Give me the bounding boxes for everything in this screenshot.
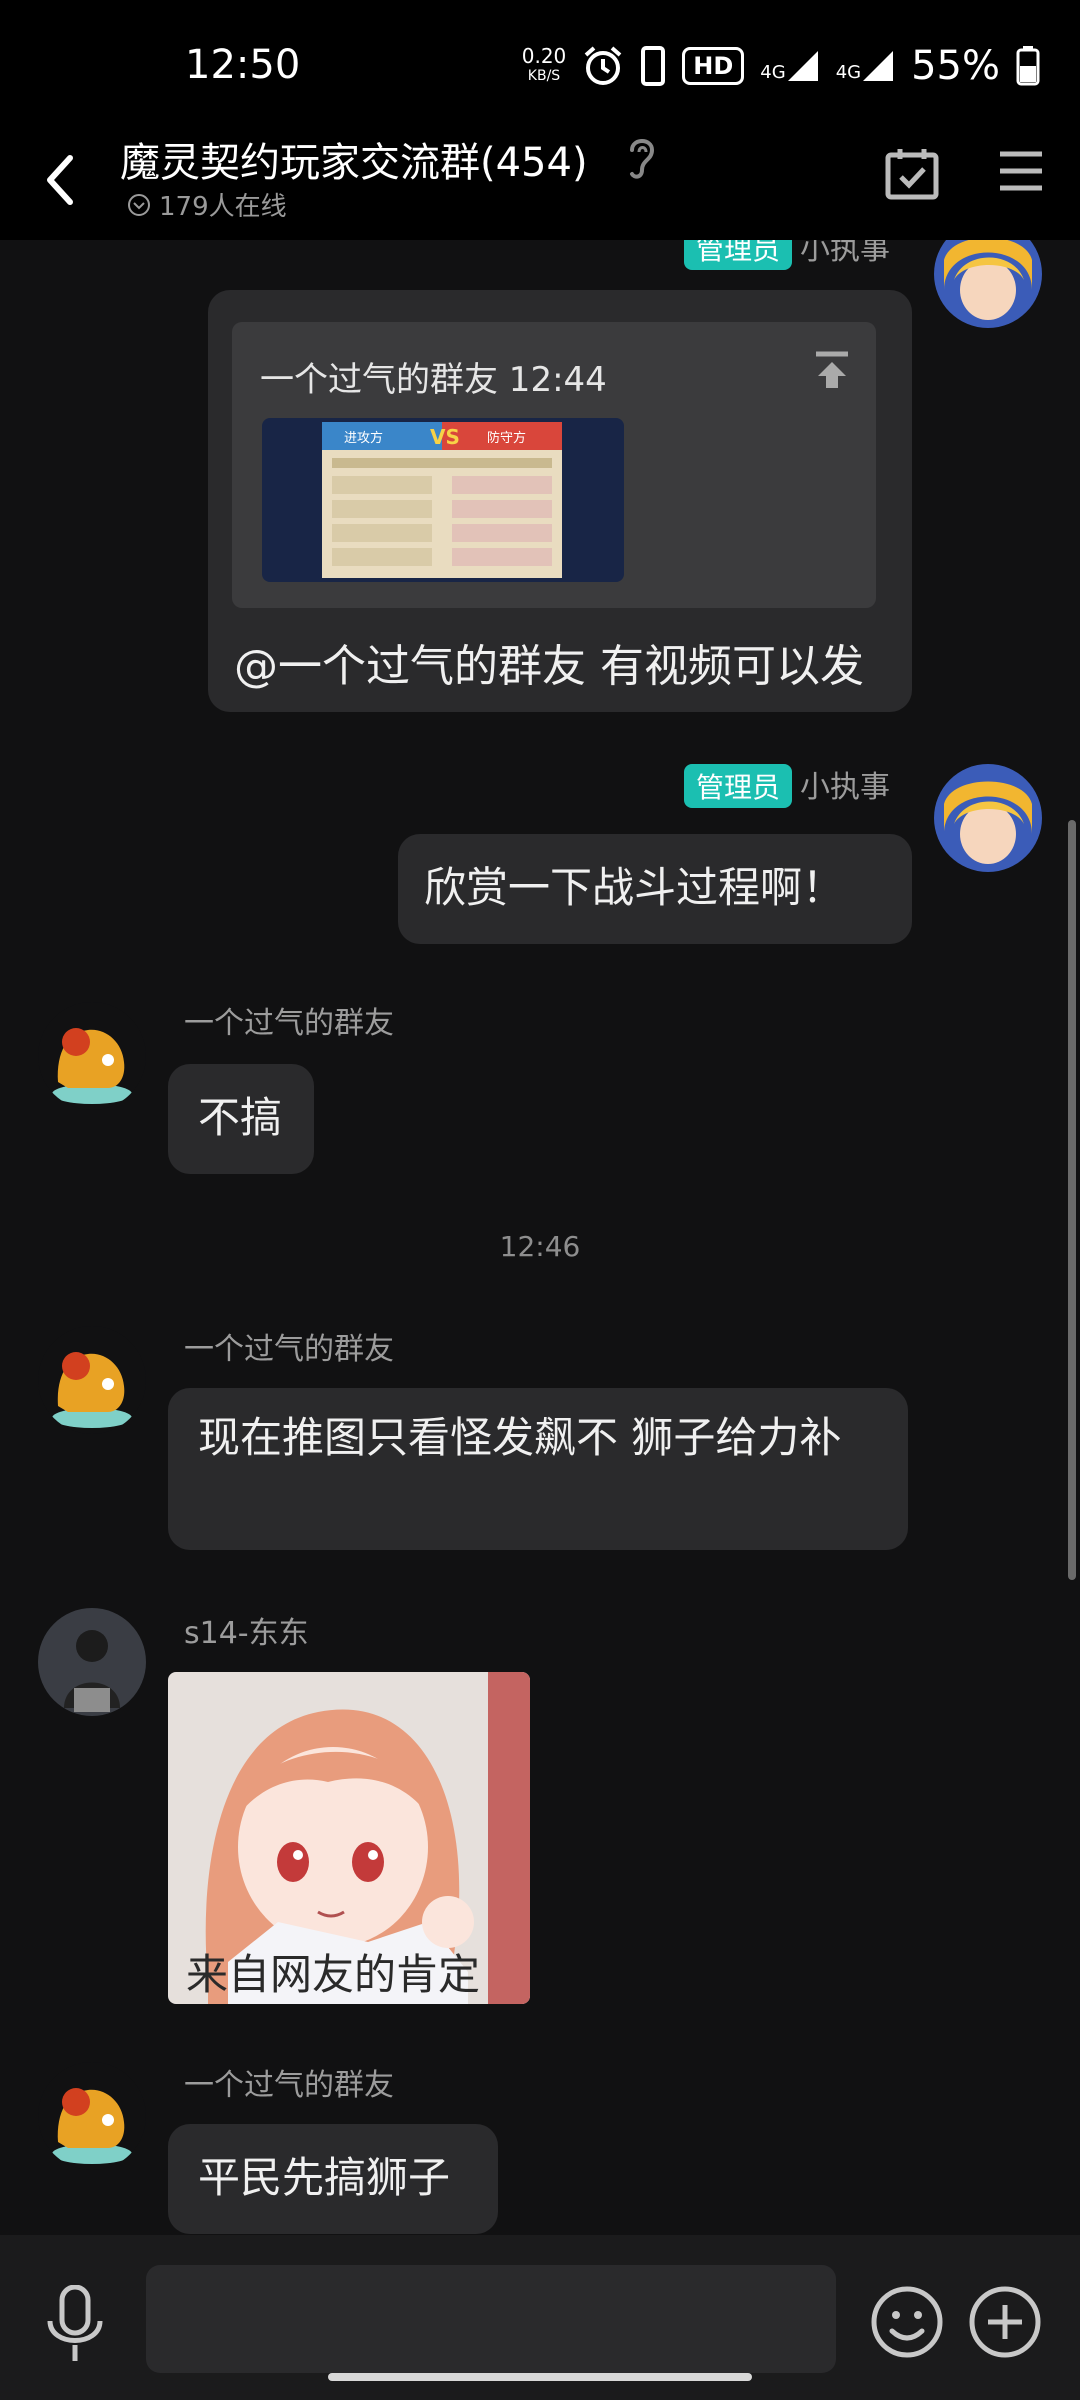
battery-percent: 55% xyxy=(911,43,1000,89)
quoted-message[interactable]: 一个过气的群友 12:44 进攻方 VS 防守方 xyxy=(232,322,876,608)
sender-name: s14-东东 xyxy=(184,1616,309,1651)
hd-badge: HD xyxy=(682,47,745,85)
chat-header: 魔灵契约玩家交流群(454) 179人在线 xyxy=(0,130,1080,240)
pin-top-icon[interactable] xyxy=(812,350,852,390)
home-indicator[interactable] xyxy=(328,2373,752,2381)
menu-icon[interactable] xyxy=(998,150,1044,192)
ear-icon[interactable] xyxy=(622,132,662,182)
sender-name: 管理员 小执事 xyxy=(683,240,890,270)
message-bubble[interactable]: 不搞 xyxy=(168,1064,314,1174)
group-title[interactable]: 魔灵契约玩家交流群(454) xyxy=(120,130,588,188)
emoji-icon[interactable] xyxy=(870,2285,944,2359)
avatar[interactable] xyxy=(38,1002,146,1110)
chat-timestamp: 12:46 xyxy=(499,1230,581,1263)
chevron-circle-icon xyxy=(128,193,150,216)
sender-name: 一个过气的群友 xyxy=(184,1006,394,1041)
back-arrow-icon[interactable] xyxy=(40,150,80,210)
online-count: 179人在线 xyxy=(127,186,287,223)
thumb-right-label: 防守方 xyxy=(487,430,526,446)
scrollbar[interactable] xyxy=(1068,820,1076,1580)
phone-icon xyxy=(641,46,666,86)
thumb-vs-label: VS xyxy=(430,425,460,449)
battery-icon xyxy=(1016,46,1040,86)
calendar-check-icon[interactable] xyxy=(884,145,940,201)
net-speed: 0.20 KB/S xyxy=(521,44,567,84)
admin-badge: 管理员 xyxy=(683,240,792,270)
quote-header: 一个过气的群友 12:44 xyxy=(260,360,607,400)
message-input[interactable] xyxy=(146,2265,836,2373)
video-thumbnail[interactable]: 进攻方 VS 防守方 xyxy=(262,418,624,582)
message-bubble[interactable]: 平民先搞狮子 xyxy=(168,2124,498,2234)
sticker-caption: 来自网友的肯定 xyxy=(186,1950,481,1999)
sticker-image[interactable]: 来自网友的肯定 xyxy=(168,1672,530,2004)
status-icons: 0.20 KB/S HD 4G 4G 55% xyxy=(522,38,1040,94)
avatar[interactable] xyxy=(38,2062,146,2170)
admin-badge: 管理员 xyxy=(683,764,792,808)
avatar[interactable] xyxy=(934,240,1042,328)
thumb-left-label: 进攻方 xyxy=(344,430,383,446)
signal-sim2: 4G xyxy=(836,49,895,83)
avatar[interactable] xyxy=(38,1608,146,1716)
message-bubble[interactable]: 欣赏一下战斗过程啊！ xyxy=(398,834,912,944)
chat-area: 管理员 小执事 一个过气的群友 12:44 进攻方 VS 防守方 @一个过气的群… xyxy=(0,240,1080,2235)
signal-sim1: 4G xyxy=(760,49,819,83)
microphone-icon[interactable] xyxy=(44,2285,106,2363)
avatar[interactable] xyxy=(934,764,1042,872)
alarm-icon xyxy=(584,46,622,85)
sender-name: 一个过气的群友 xyxy=(184,1332,394,1367)
input-bar xyxy=(0,2235,1080,2400)
plus-icon[interactable] xyxy=(968,2285,1042,2359)
message-bubble[interactable]: 现在推图只看怪发飙不 狮子给力补 xyxy=(168,1388,908,1550)
avatar[interactable] xyxy=(38,1326,146,1434)
sender-name: 一个过气的群友 xyxy=(184,2068,394,2103)
status-bar: 12:50 0.20 KB/S HD 4G 4G 55% xyxy=(0,0,1080,130)
status-time: 12:50 xyxy=(185,42,301,88)
sender-name: 管理员 小执事 xyxy=(683,762,890,808)
message-text: @一个过气的群友 有视频可以发 xyxy=(234,641,864,692)
